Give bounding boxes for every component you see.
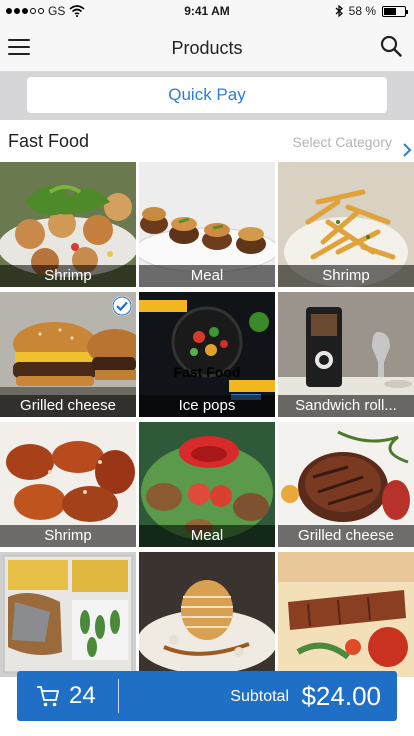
product-tile[interactable]: Grilled cheese [0, 292, 136, 417]
product-tile[interactable]: Shrimp [0, 162, 136, 287]
kebab-plate-photo [278, 552, 414, 677]
takeout-meal-photo [0, 552, 136, 677]
search-icon[interactable] [380, 35, 402, 57]
bluetooth-icon [335, 5, 343, 17]
selected-check-icon [112, 296, 132, 316]
product-label: Ice pops [139, 395, 275, 417]
cart-item-count: 24 [69, 682, 96, 709]
category-title: Fast Food [8, 131, 90, 151]
battery-level [384, 7, 396, 15]
product-label: Shrimp [278, 265, 414, 287]
product-tile[interactable] [139, 552, 275, 677]
quick-pay-band: Quick Pay [0, 72, 414, 120]
product-label: Grilled cheese [0, 395, 136, 417]
product-tile[interactable]: Grilled cheese [278, 422, 414, 547]
product-tile[interactable]: Sandwich roll... [278, 292, 414, 417]
product-label: Grilled cheese [278, 525, 414, 547]
product-label: Shrimp [0, 525, 136, 547]
cart-summary-bar[interactable]: 24 Subtotal $24.00 [17, 671, 397, 721]
product-tile[interactable] [278, 552, 414, 677]
battery-icon [382, 5, 408, 17]
select-category-dropdown[interactable]: Select Category [292, 134, 392, 150]
product-tile[interactable]: Fast Food Ice pops [139, 292, 275, 417]
food-poster-overlay-text: Fast Food [173, 364, 241, 380]
product-tile[interactable]: Shrimp [0, 422, 136, 547]
product-label: Sandwich roll... [278, 395, 414, 417]
category-row: Fast Food Select Category [0, 120, 414, 162]
cart-divider [118, 679, 119, 713]
chevron-right-icon[interactable] [402, 142, 412, 158]
status-bar: GS 9:41 AM 58 % [0, 0, 414, 22]
product-label: Shrimp [0, 265, 136, 287]
page-title: Products [171, 38, 243, 58]
navigation-bar: Products [0, 22, 414, 72]
status-right: 58 % [335, 4, 408, 18]
subtotal-label: Subtotal [230, 688, 289, 705]
shopping-cart-icon [37, 686, 59, 707]
product-tile[interactable]: Meal [139, 162, 275, 287]
quick-pay-button[interactable]: Quick Pay [27, 77, 387, 113]
product-tile[interactable]: Meal [139, 422, 275, 547]
product-tile[interactable] [0, 552, 136, 677]
battery-percent: 58 % [348, 4, 376, 18]
product-tile[interactable]: Shrimp [278, 162, 414, 287]
product-grid: Shrimp Meal Shrimp Grilled cheese Fast F… [0, 162, 414, 736]
dessert-plate-photo [139, 552, 275, 677]
subtotal-value: $24.00 [301, 681, 381, 711]
product-label: Meal [139, 525, 275, 547]
product-label: Meal [139, 265, 275, 287]
